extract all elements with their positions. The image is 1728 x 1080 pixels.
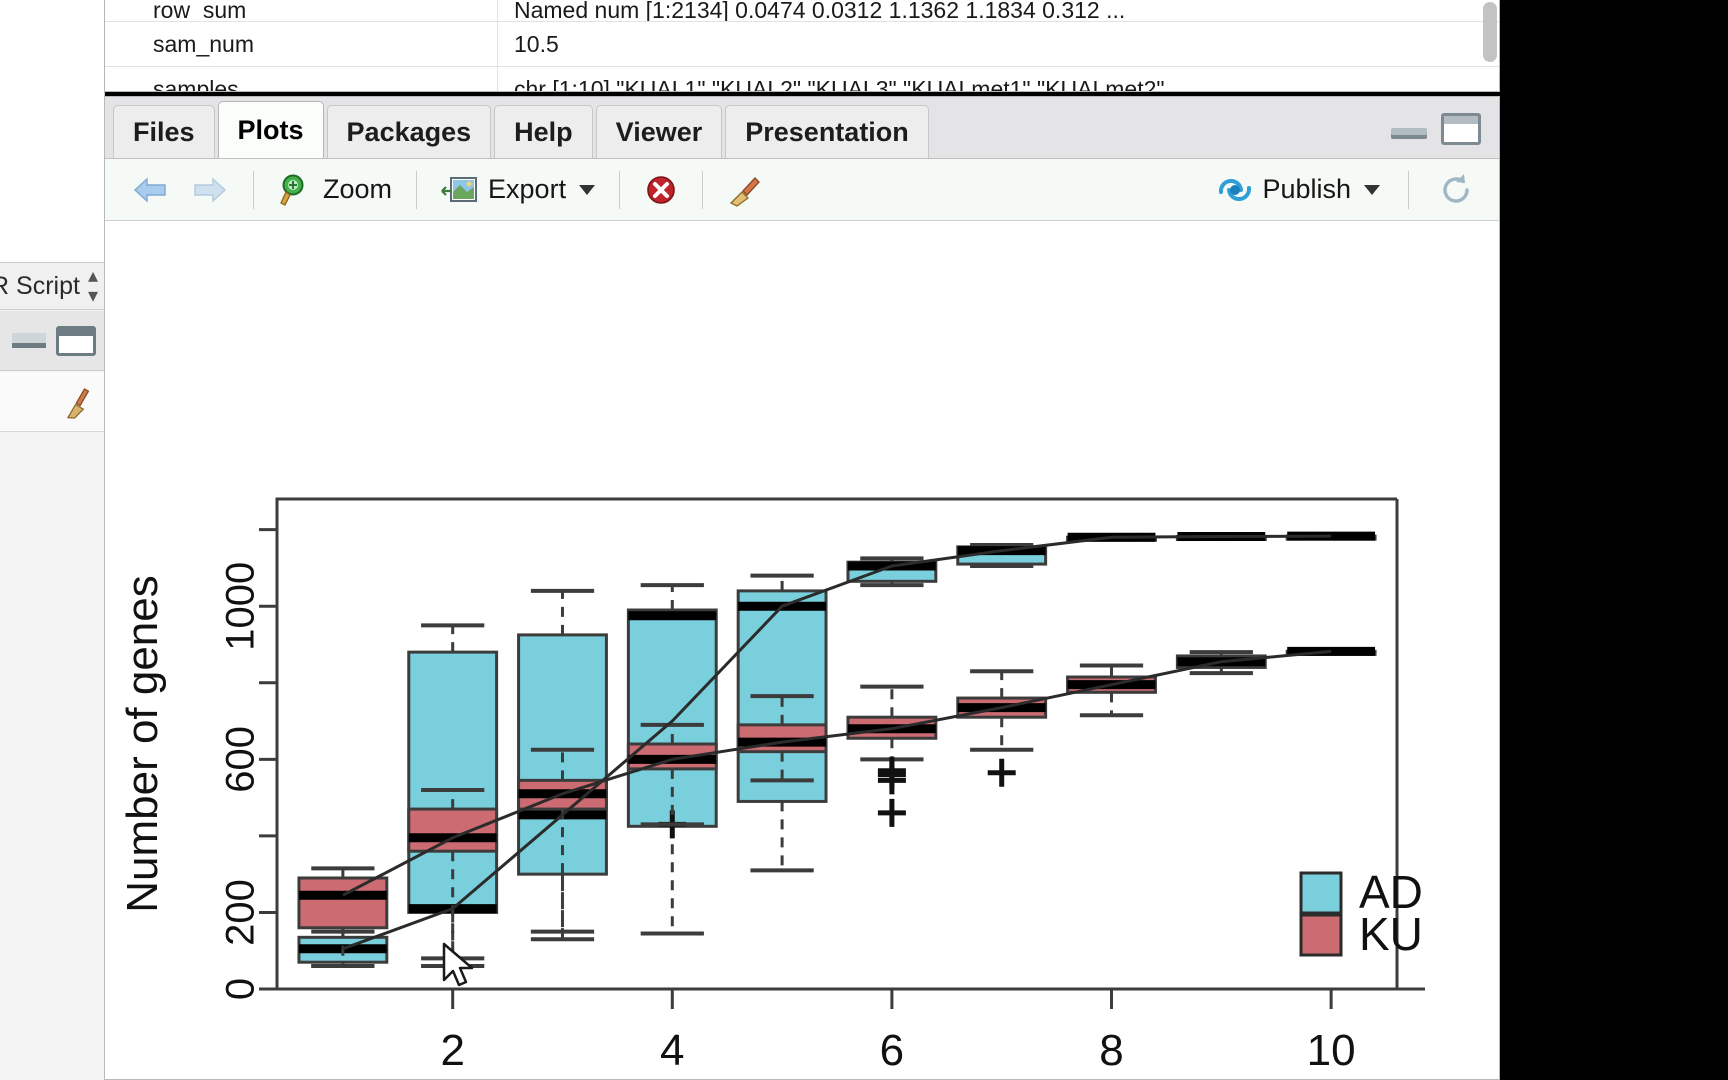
left-source-type-bar[interactable]: R Script ▴ ▾ xyxy=(0,262,104,310)
x-axis-tick-label: 10 xyxy=(1307,1026,1356,1075)
env-var-name: sam_num xyxy=(153,30,254,57)
y-axis-title: Number of genes xyxy=(118,575,167,913)
chart-legend: ADKU xyxy=(1299,866,1423,960)
broom-icon xyxy=(729,176,760,207)
env-var-name: row_sum xyxy=(153,0,247,21)
boxplot-figure: 0 200 600 1000 Number of genes 2 4 6 8 10 ADKU xyxy=(105,221,1499,1079)
toolbar-divider xyxy=(416,170,418,209)
left-panel-sliver: R Script ▴ ▾ xyxy=(0,0,105,1080)
legend-swatch xyxy=(1299,871,1343,915)
refresh-button[interactable] xyxy=(1427,168,1485,212)
tab-packages[interactable]: Packages xyxy=(326,105,492,158)
zoom-label: Zoom xyxy=(323,174,393,204)
screen-right-gutter xyxy=(1500,0,1728,1080)
toolbar-right-group: Publish xyxy=(1207,168,1485,212)
left-toolbar-row xyxy=(0,372,104,432)
tab-label: Files xyxy=(133,116,195,147)
tab-presentation[interactable]: Presentation xyxy=(725,105,929,158)
screen-root: R Script ▴ ▾ row_sum Named num [1:2134] 0… xyxy=(0,0,1728,1080)
toolbar-divider xyxy=(1408,170,1409,209)
toolbar-divider xyxy=(253,170,254,209)
updown-chevron-icon[interactable]: ▴ ▾ xyxy=(88,266,98,306)
legend-swatch xyxy=(1299,913,1343,957)
environment-row[interactable]: samples chr [1:10] "KUAL1" "KUAL2" "KUAL… xyxy=(105,67,1499,92)
plots-tab-bar: Files Plots Packages Help Viewer Present… xyxy=(105,97,1499,159)
plot-canvas-area[interactable]: 0 200 600 1000 Number of genes 2 4 6 8 10 AD KU xyxy=(105,221,1499,1079)
maximize-icon[interactable] xyxy=(56,325,96,356)
box-body xyxy=(407,807,499,853)
publish-icon xyxy=(1219,178,1252,201)
source-type-label: R Script xyxy=(0,271,80,300)
arrow-right-icon xyxy=(194,176,227,203)
panel-window-controls xyxy=(1391,113,1481,145)
x-axis-tick-label: 2 xyxy=(440,1026,464,1075)
tab-label: Help xyxy=(514,116,573,147)
y-axis-tick-label: 1000 xyxy=(219,562,263,651)
broom-icon[interactable] xyxy=(56,381,98,423)
tab-help[interactable]: Help xyxy=(494,105,593,158)
y-axis-tick-label: 200 xyxy=(219,879,263,946)
zoom-button[interactable]: Zoom xyxy=(268,169,402,211)
maximize-icon[interactable] xyxy=(1441,113,1481,145)
environment-row[interactable]: row_sum Named num [1:2134] 0.0474 0.0312… xyxy=(105,0,1499,22)
tab-files[interactable]: Files xyxy=(113,105,215,158)
toolbar-divider xyxy=(619,170,621,209)
remove-plot-button[interactable] xyxy=(634,170,688,210)
mouse-cursor xyxy=(442,942,474,987)
export-image-icon xyxy=(441,176,478,202)
tab-plots[interactable]: Plots xyxy=(217,101,324,158)
toolbar-divider xyxy=(702,170,704,209)
back-button[interactable] xyxy=(121,172,179,208)
left-window-controls xyxy=(0,311,104,371)
tab-label: Plots xyxy=(237,114,304,145)
export-label: Export xyxy=(488,174,567,204)
y-axis-tick-label: 0 xyxy=(219,978,263,1000)
env-var-value: Named num [1:2134] 0.0474 0.0312 1.1362 … xyxy=(497,0,1499,21)
env-var-value: chr [1:10] "KUAL1" "KUAL2" "KUAL3" "KUAL… xyxy=(497,67,1499,91)
magnifier-icon xyxy=(280,174,304,206)
box-body xyxy=(297,876,389,930)
environment-scrollbar[interactable] xyxy=(1483,2,1497,62)
tab-label: Presentation xyxy=(745,116,909,147)
publish-button[interactable]: Publish xyxy=(1207,171,1390,209)
environment-pane: row_sum Named num [1:2134] 0.0474 0.0312… xyxy=(104,0,1500,92)
caret-down-icon[interactable] xyxy=(579,184,596,195)
env-var-value: 10.5 xyxy=(497,22,1499,66)
tab-label: Packages xyxy=(346,116,472,147)
minimize-icon[interactable] xyxy=(1391,116,1427,142)
x-axis-tick-label: 8 xyxy=(1099,1026,1123,1075)
x-axis-tick-label: 4 xyxy=(660,1026,684,1075)
tab-viewer[interactable]: Viewer xyxy=(595,105,723,158)
minimize-icon[interactable] xyxy=(12,333,46,348)
arrow-left-icon xyxy=(133,176,166,203)
tab-label: Viewer xyxy=(615,116,703,147)
left-editor-sliver xyxy=(0,0,105,262)
caret-down-icon[interactable] xyxy=(1364,184,1380,195)
left-blank-area xyxy=(0,432,104,1080)
publish-label: Publish xyxy=(1262,174,1351,204)
y-axis-tick-label: 600 xyxy=(219,726,263,793)
plots-panel: Files Plots Packages Help Viewer Present… xyxy=(104,96,1500,1080)
forward-button[interactable] xyxy=(181,172,239,208)
remove-plot-icon xyxy=(647,175,675,204)
export-button[interactable]: Export xyxy=(431,170,605,210)
plots-toolbar: Zoom Export Publish xyxy=(105,159,1499,221)
clear-all-plots-button[interactable] xyxy=(717,169,773,211)
legend-label: KU xyxy=(1359,908,1423,960)
env-var-name: samples xyxy=(153,75,239,92)
x-axis-tick-label: 6 xyxy=(880,1026,904,1075)
refresh-icon xyxy=(1443,173,1469,203)
environment-row[interactable]: sam_num 10.5 xyxy=(105,22,1499,67)
